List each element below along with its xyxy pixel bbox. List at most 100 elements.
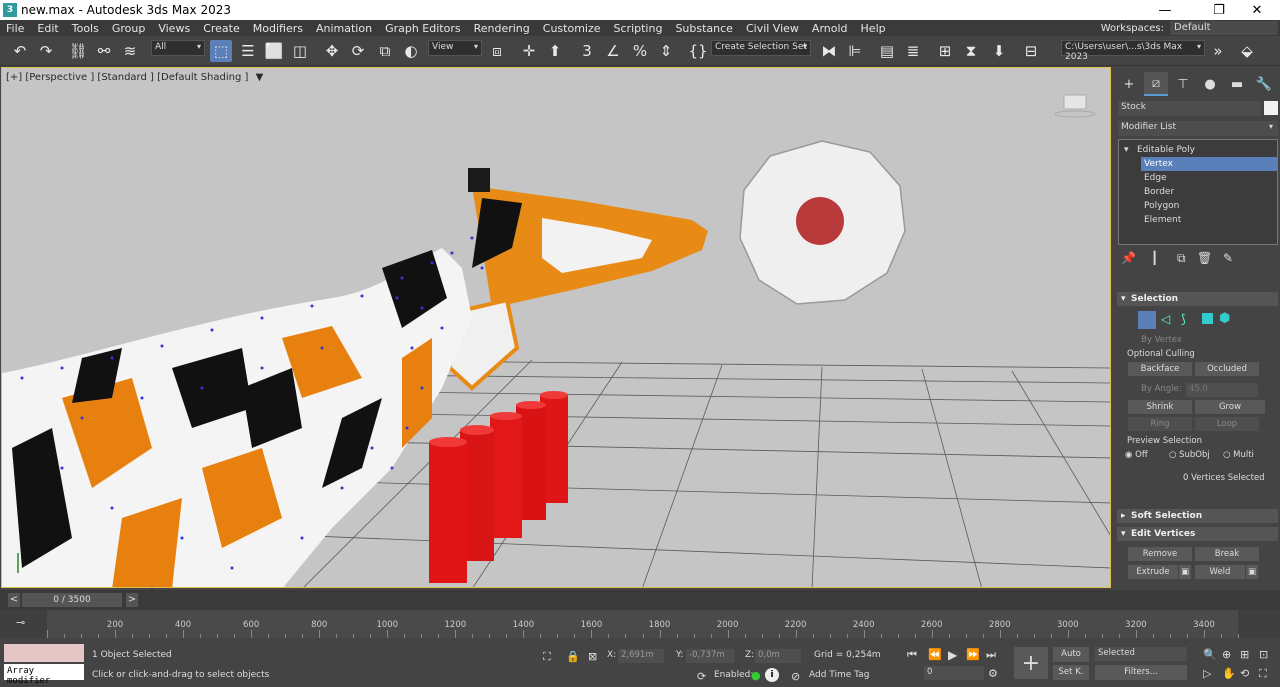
menu-views[interactable]: Views: [152, 22, 197, 35]
prev-frame-icon[interactable]: <: [8, 593, 20, 607]
expand-arrow-icon[interactable]: ▾: [1124, 143, 1129, 157]
reference-coordinate-dropdown[interactable]: View: [428, 40, 482, 56]
rotate-icon[interactable]: ⟳: [347, 40, 369, 62]
occluded-button[interactable]: Occluded: [1195, 362, 1259, 376]
adaptive-degradation-icon[interactable]: ⟳: [697, 670, 706, 683]
mirror-icon[interactable]: ⧓: [818, 40, 840, 62]
polygon-mode-icon[interactable]: [1202, 313, 1213, 324]
orbit-icon[interactable]: ⟲: [1240, 667, 1249, 680]
time-tag-icon[interactable]: ⊘: [791, 670, 800, 683]
shotgun-shells[interactable]: [429, 391, 568, 583]
show-end-result-icon[interactable]: ┃: [1151, 251, 1158, 265]
edge-mode-icon[interactable]: ◁: [1161, 312, 1170, 326]
angle-spinner[interactable]: 45,0: [1186, 383, 1258, 397]
make-unique-icon[interactable]: ⧉: [1177, 251, 1186, 266]
edit-vertices-rollout[interactable]: Edit Vertices: [1117, 527, 1278, 541]
move-icon[interactable]: ✥: [321, 40, 343, 62]
play-icon[interactable]: ▶: [948, 648, 957, 662]
isolate-selection-icon[interactable]: ⛶: [543, 650, 551, 664]
by-vertex-checkbox[interactable]: By Vertex: [1141, 335, 1182, 345]
minimize-icon[interactable]: —: [1142, 0, 1188, 20]
bind-spacewarp-icon[interactable]: ≋: [119, 40, 141, 62]
pin-stack-icon[interactable]: 📌: [1121, 251, 1136, 265]
element-mode-icon[interactable]: ⬢: [1219, 311, 1230, 326]
stack-item-editable-poly[interactable]: ▾ Editable Poly: [1119, 143, 1277, 157]
selection-filter-dropdown[interactable]: All: [151, 40, 205, 56]
info-icon[interactable]: i: [765, 668, 779, 682]
viewport-label[interactable]: [+] [Perspective ] [Standard ] [Default …: [6, 72, 263, 83]
redo-icon[interactable]: ↷: [35, 40, 57, 62]
preview-multi-radio[interactable]: ○ Multi: [1223, 450, 1254, 460]
menu-arnold[interactable]: Arnold: [806, 22, 855, 35]
previous-key-icon[interactable]: ⏪: [928, 648, 942, 661]
named-selection-sets-dropdown[interactable]: Create Selection Set: [711, 40, 811, 56]
time-slider-thumb[interactable]: 0 / 3500: [22, 593, 122, 607]
zoom-extents-icon[interactable]: ⊞: [1240, 648, 1249, 661]
workspace-dropdown[interactable]: Default: [1170, 21, 1278, 35]
menu-edit[interactable]: Edit: [31, 22, 65, 35]
preview-subobj-radio[interactable]: ○ SubObj: [1169, 450, 1210, 460]
soft-selection-rollout[interactable]: Soft Selection: [1117, 509, 1278, 523]
menu-customize[interactable]: Customize: [537, 22, 608, 35]
create-tab-icon[interactable]: +: [1117, 72, 1141, 96]
track-bar[interactable]: ⊸ 200 400 600 800 1000 1200 1400 1600 1800 2000 22…: [0, 610, 1280, 638]
stack-item-polygon[interactable]: Polygon: [1119, 199, 1277, 213]
align-icon[interactable]: ⊫: [844, 40, 866, 62]
break-button[interactable]: Break: [1195, 547, 1259, 561]
enabled-indicator-icon[interactable]: ●: [751, 669, 761, 682]
time-slider[interactable]: < 0 / 3500 >: [0, 590, 1280, 610]
menu-help[interactable]: Help: [855, 22, 893, 35]
menu-civil-view[interactable]: Civil View: [740, 22, 806, 35]
vertex-mode-icon[interactable]: [1138, 311, 1156, 329]
scale-icon[interactable]: ⧉: [374, 40, 396, 62]
menu-tools[interactable]: Tools: [66, 22, 106, 35]
utilities-tab-icon[interactable]: 🔧: [1252, 72, 1276, 96]
backface-button[interactable]: Backface: [1128, 362, 1192, 376]
loop-button[interactable]: Loop: [1195, 417, 1259, 431]
next-frame-icon[interactable]: >: [126, 593, 138, 607]
key-filters-button[interactable]: Filters...: [1095, 665, 1187, 680]
zoom-extents-all-icon[interactable]: ⊡: [1259, 648, 1268, 661]
stack-item-vertex[interactable]: Vertex: [1141, 157, 1277, 171]
preview-off-radio[interactable]: ◉ Off: [1125, 450, 1148, 460]
object-color-swatch[interactable]: [1264, 101, 1278, 115]
unlink-icon[interactable]: ⚯: [93, 40, 115, 62]
viewport-label-text[interactable]: [+] [Perspective ] [Standard ] [Default …: [6, 72, 248, 83]
remove-modifier-icon[interactable]: 🗑: [1197, 251, 1212, 265]
keyboard-shortcut-icon[interactable]: ⬆: [544, 40, 566, 62]
maxscript-mini-listener[interactable]: Array modifier: [4, 664, 84, 686]
edit-named-selection-icon[interactable]: {}: [687, 40, 709, 62]
hierarchy-tab-icon[interactable]: ⊤: [1171, 72, 1195, 96]
z-coordinate-field[interactable]: 0,0m: [755, 649, 801, 663]
absolute-mode-icon[interactable]: ⊠: [588, 650, 597, 663]
schematic-view-icon[interactable]: ⧗: [960, 40, 982, 62]
zoom-icon[interactable]: 🔍: [1203, 648, 1217, 661]
weld-settings-icon[interactable]: ▣: [1246, 565, 1258, 579]
filter-icon[interactable]: ▼: [256, 72, 264, 83]
next-key-icon[interactable]: ⏩: [966, 648, 980, 661]
select-object-icon[interactable]: ⬚: [210, 40, 232, 62]
selection-rollout[interactable]: Selection: [1117, 292, 1278, 306]
select-by-name-icon[interactable]: ☰: [237, 40, 259, 62]
zoom-all-icon[interactable]: ⊕: [1222, 648, 1231, 661]
auto-key-button[interactable]: Auto: [1053, 647, 1089, 662]
ring-button[interactable]: Ring: [1128, 417, 1192, 431]
set-key-icon[interactable]: +: [1014, 647, 1048, 679]
scene-canvas[interactable]: [2, 68, 1111, 588]
select-manipulate-icon[interactable]: ✛: [518, 40, 540, 62]
maxscript-listener-top[interactable]: [4, 644, 84, 662]
pivot-center-icon[interactable]: ⧈: [486, 40, 508, 62]
menu-scripting[interactable]: Scripting: [608, 22, 670, 35]
weld-button[interactable]: Weld: [1195, 565, 1245, 579]
menu-group[interactable]: Group: [106, 22, 153, 35]
percent-snap-icon[interactable]: %: [629, 40, 651, 62]
menu-animation[interactable]: Animation: [310, 22, 379, 35]
shrink-button[interactable]: Shrink: [1128, 400, 1192, 414]
link-icon[interactable]: ⛓: [67, 40, 89, 62]
viewcube-icon[interactable]: [1054, 94, 1096, 118]
viewport-perspective[interactable]: [+] [Perspective ] [Standard ] [Default …: [1, 67, 1111, 588]
grow-button[interactable]: Grow: [1195, 400, 1265, 414]
pan-view-icon[interactable]: ✋: [1222, 667, 1236, 680]
open-mini-curve-editor-icon[interactable]: ⊸: [16, 616, 25, 629]
expand-toolbar-icon[interactable]: »: [1207, 40, 1229, 62]
